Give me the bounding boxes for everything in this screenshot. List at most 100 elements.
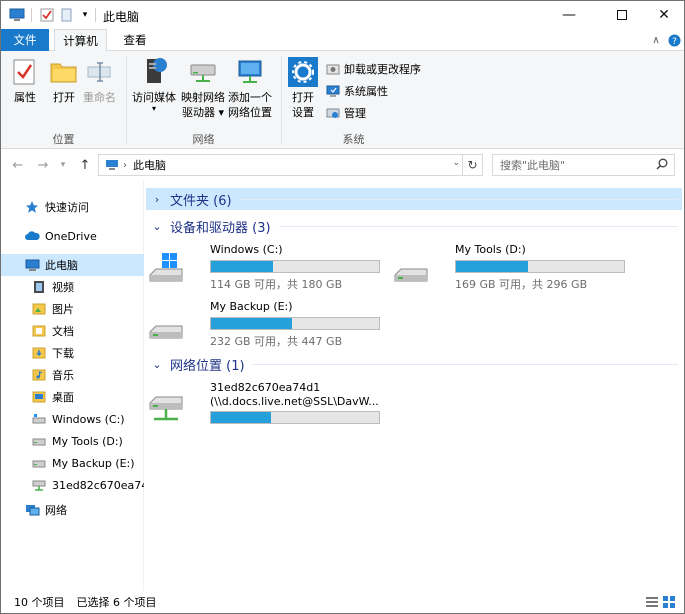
properties-quick-icon[interactable] [39,7,55,23]
hard-drive-icon [31,433,47,449]
window-title: 此电脑 [103,10,140,24]
downloads-folder-icon [31,345,47,361]
network-drive-icon [31,477,47,493]
nav-item-documents[interactable]: 文档 [1,320,144,342]
network-icon [24,502,40,518]
system-properties-button[interactable]: 系统属性 [325,82,388,100]
tiles-view-icon[interactable] [663,596,675,611]
tab-view[interactable]: 查看 [113,29,157,51]
drive-usage-bar [210,411,380,424]
windows-drive-icon [31,411,47,427]
star-icon [24,199,40,215]
nav-item-downloads[interactable]: 下载 [1,342,144,364]
hard-drive-icon [146,308,186,348]
chevron-down-icon[interactable]: ⌄ [150,358,164,371]
search-icon[interactable] [656,158,668,173]
navigation-pane: 快速访问 OneDrive 此电脑 视频 图片 文档 下载 音乐 桌面 Wind… [1,181,144,591]
open-button[interactable]: 打开 [49,57,79,105]
group-label-network: 网络 [192,133,215,146]
nav-item-desktop[interactable]: 桌面 [1,386,144,408]
drive-tile-e[interactable]: My Backup (E:) 232 GB 可用，共 447 GB [146,300,380,350]
uninstall-icon [325,61,341,77]
nav-item-drive-c[interactable]: Windows (C:) [1,408,144,430]
system-properties-icon [325,83,341,99]
collapse-ribbon-icon[interactable]: ∧ [649,33,663,47]
properties-icon [10,57,40,87]
add-network-location-icon [235,57,265,87]
title-bar: ▾ 此电脑 — ✕ [1,1,684,29]
uninstall-program-button[interactable]: 卸载或更改程序 [325,60,421,78]
help-icon[interactable]: ? [667,33,681,47]
breadcrumb-separator-icon[interactable]: › [123,160,127,171]
new-folder-quick-icon[interactable] [59,7,75,23]
manage-icon [325,105,341,121]
network-drive-tile[interactable]: 31ed82c670ea74d1 (\\d.docs.live.net@SSL\… [146,381,380,427]
network-drive-icon [146,387,186,427]
tab-file[interactable]: 文件 [1,29,49,51]
content-pane: › 文件夹 (6) ⌄ 设备和驱动器 (3) Windows (C:) 114 … [145,181,684,591]
drive-tile-d[interactable]: My Tools (D:) 169 GB 可用，共 296 GB [391,243,625,293]
manage-button[interactable]: 管理 [325,104,366,122]
details-view-icon[interactable] [646,596,658,611]
media-server-icon [139,57,169,87]
drive-usage-bar [455,260,625,273]
hard-drive-icon [31,455,47,471]
refresh-icon[interactable]: ↻ [462,155,482,175]
add-network-location-button[interactable]: 添加一个 网络位置 [228,57,272,120]
group-header-network-locations[interactable]: ⌄ 网络位置 (1) [146,353,682,375]
this-pc-icon [103,159,121,171]
ribbon-tabs: 文件 计算机 查看 ∧ ? [1,29,684,52]
forward-arrow-icon[interactable]: → [34,156,52,174]
search-input[interactable]: 搜索"此电脑" [492,154,675,176]
hard-drive-icon [391,251,431,291]
recent-locations-icon[interactable]: ▾ [57,156,69,174]
nav-item-quick-access[interactable]: 快速访问 [1,196,144,218]
nav-item-drive-d[interactable]: My Tools (D:) [1,430,144,452]
open-folder-icon [49,57,79,87]
settings-gear-icon [288,57,318,87]
svg-text:?: ? [672,37,677,47]
documents-folder-icon [31,323,47,339]
desktop-folder-icon [31,389,47,405]
ribbon: 属性 打开 重命名 位置 访问媒体 ▾ 映射网络 驱动器 ▾ 添加一个 网络位置… [1,51,684,149]
nav-item-pictures[interactable]: 图片 [1,298,144,320]
drive-usage-bar [210,317,380,330]
customize-quick-access-icon[interactable]: ▾ [77,7,93,23]
navigation-bar: ← → ▾ ↑ › 此电脑 ⌄ ↻ 搜索"此电脑" [1,149,684,181]
nav-item-drive-e[interactable]: My Backup (E:) [1,452,144,474]
minimize-icon[interactable]: — [546,1,592,29]
this-pc-icon[interactable] [9,7,25,23]
windows-drive-icon [146,251,186,291]
nav-item-network-drive[interactable]: 31ed82c670ea74c [1,474,144,496]
breadcrumb[interactable]: 此电脑 [133,157,166,173]
back-arrow-icon[interactable]: ← [9,156,27,174]
chevron-right-icon[interactable]: › [150,193,164,206]
open-settings-button[interactable]: 打开 设置 [288,57,318,120]
status-bar: 10 个项目 已选择 6 个项目 [1,591,684,613]
access-media-button[interactable]: 访问媒体 ▾ [132,57,176,113]
this-pc-icon [24,257,40,273]
address-dropdown-icon[interactable]: ⌄ [452,158,460,168]
item-count: 10 个项目 [14,596,65,609]
nav-item-onedrive[interactable]: OneDrive [1,225,144,247]
up-arrow-icon[interactable]: ↑ [76,156,94,174]
map-network-drive-button[interactable]: 映射网络 驱动器 ▾ [181,57,225,120]
maximize-icon[interactable] [599,1,645,29]
address-bar[interactable]: › 此电脑 ⌄ ↻ [98,154,483,176]
group-header-devices[interactable]: ⌄ 设备和驱动器 (3) [146,215,682,237]
properties-button[interactable]: 属性 [10,57,40,105]
nav-item-network[interactable]: 网络 [1,499,144,521]
nav-item-music[interactable]: 音乐 [1,364,144,386]
video-folder-icon [31,279,47,295]
drive-tile-c[interactable]: Windows (C:) 114 GB 可用，共 180 GB [146,243,380,293]
group-header-folders[interactable]: › 文件夹 (6) [146,188,682,210]
rename-button[interactable]: 重命名 [83,57,116,105]
nav-item-videos[interactable]: 视频 [1,276,144,298]
group-label-location: 位置 [52,133,75,146]
nav-item-this-pc[interactable]: 此电脑 [1,254,144,276]
explorer-window: ▾ 此电脑 — ✕ 文件 计算机 查看 ∧ ? 属性 打开 重命名 位置 访问媒… [0,0,685,614]
drive-usage-bar [210,260,380,273]
chevron-down-icon[interactable]: ⌄ [150,220,164,233]
tab-computer[interactable]: 计算机 [54,29,107,52]
close-icon[interactable]: ✕ [641,1,685,29]
